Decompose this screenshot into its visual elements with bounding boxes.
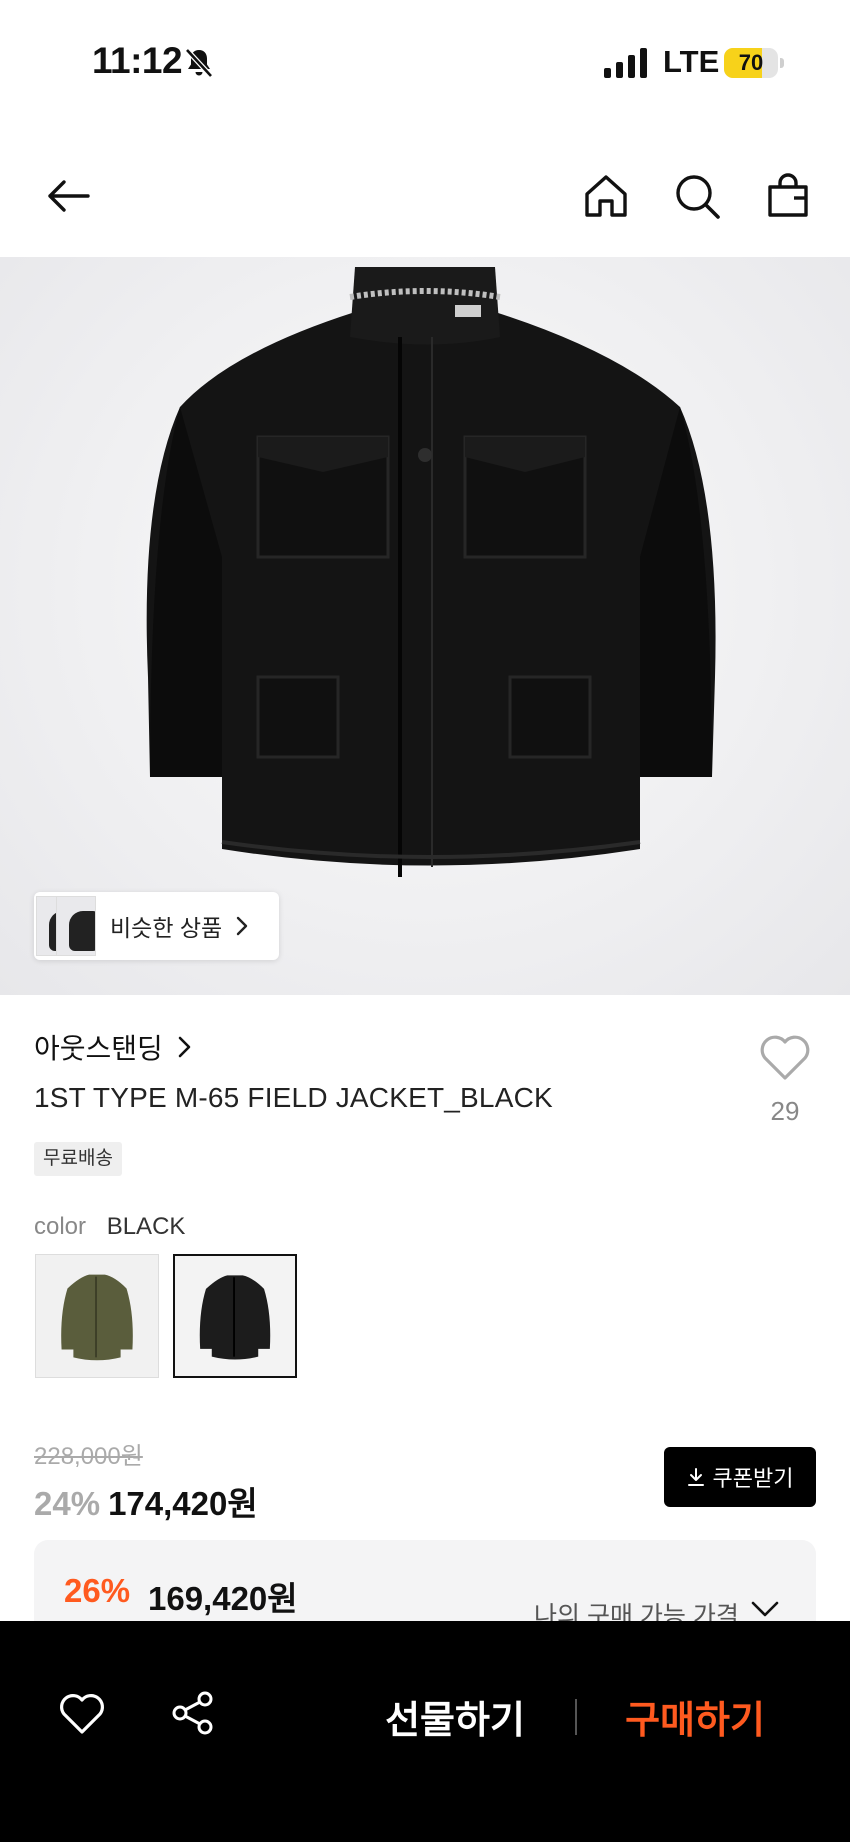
- bell-slash-icon: [185, 48, 213, 78]
- network-label: LTE: [663, 44, 720, 79]
- color-swatch-olive[interactable]: [35, 1254, 159, 1378]
- product-title: 1ST TYPE M-65 FIELD JACKET_BLACK: [34, 1082, 553, 1113]
- back-arrow-icon: [48, 180, 90, 212]
- home-icon: [585, 175, 627, 217]
- olive-jacket-thumbnail: [36, 1255, 158, 1377]
- back-button[interactable]: [40, 168, 96, 224]
- coupon-button[interactable]: 쿠폰받기: [664, 1447, 816, 1507]
- home-button[interactable]: [578, 168, 634, 224]
- signal-icon: [604, 48, 647, 78]
- gift-button[interactable]: 선물하기: [360, 1681, 550, 1751]
- brand-name: 아웃스탠딩: [34, 1033, 163, 1064]
- color-swatch-black[interactable]: [173, 1254, 297, 1378]
- black-jacket-thumbnail: [175, 1256, 295, 1376]
- divider: [575, 1699, 577, 1735]
- chevron-right-icon: [237, 916, 248, 936]
- search-icon: [676, 175, 720, 219]
- member-discount-rate: 26%: [64, 1572, 131, 1609]
- jacket-image: [146, 267, 716, 877]
- chevron-down-icon[interactable]: [750, 1596, 780, 1622]
- battery-icon: 70: [724, 48, 784, 78]
- battery-level: 70: [738, 50, 764, 75]
- cart-button[interactable]: [760, 168, 816, 224]
- shopping-bag-icon: [768, 173, 808, 217]
- product-image[interactable]: 비슷한 상품: [0, 257, 850, 995]
- color-row: color BLACK: [34, 1213, 185, 1241]
- coupon-label: 쿠폰받기: [712, 1466, 794, 1491]
- top-nav: [0, 150, 850, 240]
- original-price: 228,000원: [34, 1443, 143, 1470]
- like-count: 29: [770, 1096, 800, 1126]
- heart-icon[interactable]: [758, 1032, 812, 1082]
- search-button[interactable]: [669, 168, 725, 224]
- discount-rate: 24%: [34, 1485, 101, 1522]
- color-key: color: [34, 1213, 87, 1240]
- download-icon: [687, 1468, 704, 1486]
- color-value: BLACK: [106, 1213, 186, 1240]
- brand-link[interactable]: 아웃스탠딩: [34, 1027, 195, 1067]
- member-price: 169,420원: [148, 1580, 298, 1617]
- sale-price: 174,420원: [108, 1485, 258, 1522]
- status-bar: 11:12 LTE 70: [0, 0, 850, 120]
- chevron-right-icon: [178, 1036, 191, 1058]
- buy-button[interactable]: 구매하기: [600, 1681, 790, 1751]
- price-row: 24% 174,420원: [34, 1477, 258, 1525]
- heart-icon[interactable]: [58, 1692, 106, 1736]
- bottom-action-bar: 선물하기 구매하기: [0, 1621, 850, 1842]
- free-shipping-badge: 무료배송: [34, 1142, 122, 1176]
- similar-items-button[interactable]: 비슷한 상품: [34, 892, 279, 960]
- share-icon[interactable]: [170, 1690, 216, 1736]
- status-time: 11:12: [92, 40, 183, 81]
- similar-thumbnails: [36, 892, 106, 960]
- similar-items-label: 비슷한 상품: [110, 915, 223, 941]
